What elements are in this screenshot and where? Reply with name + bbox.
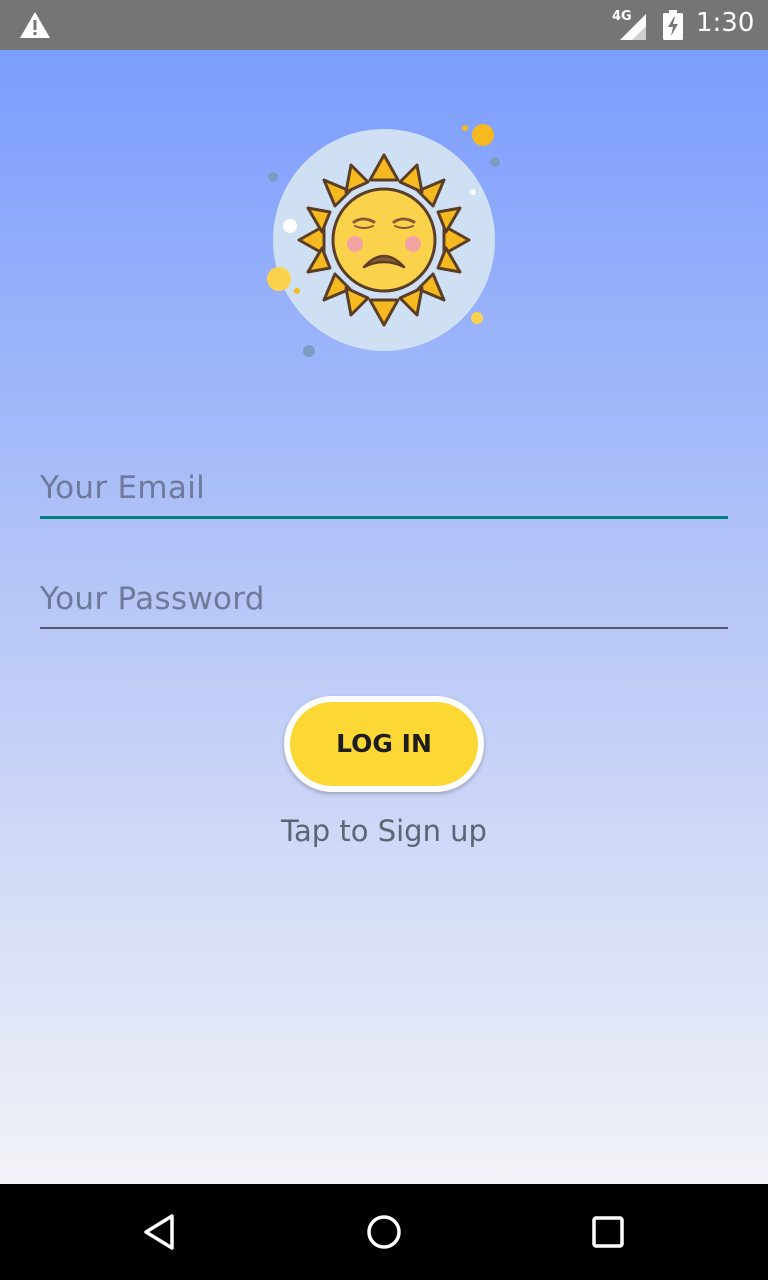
email-field[interactable]: Your Email [40, 468, 728, 519]
login-button[interactable]: LOG IN [284, 696, 484, 792]
login-content: Your Email Your Password LOG IN Tap to S… [0, 50, 768, 1184]
back-icon[interactable] [136, 1208, 184, 1256]
email-placeholder: Your Email [40, 470, 206, 506]
status-clock: 1:30 [696, 8, 755, 38]
recents-icon[interactable] [584, 1208, 632, 1256]
password-field-underline [40, 627, 728, 629]
password-placeholder: Your Password [40, 581, 265, 617]
sad-sun-icon [267, 124, 500, 357]
warning-icon [20, 12, 50, 38]
password-field[interactable]: Your Password [40, 579, 728, 629]
battery-charging-icon [663, 10, 683, 40]
email-field-underline [40, 516, 728, 519]
signup-link[interactable]: Tap to Sign up [0, 814, 768, 848]
home-icon[interactable] [360, 1208, 408, 1256]
navigation-bar [0, 1184, 768, 1280]
status-bar: 4G 1:30 [0, 0, 768, 50]
signal-icon [620, 14, 646, 40]
login-screen: 4G 1:30 Your Email Your Password LOG IN … [0, 0, 768, 1280]
